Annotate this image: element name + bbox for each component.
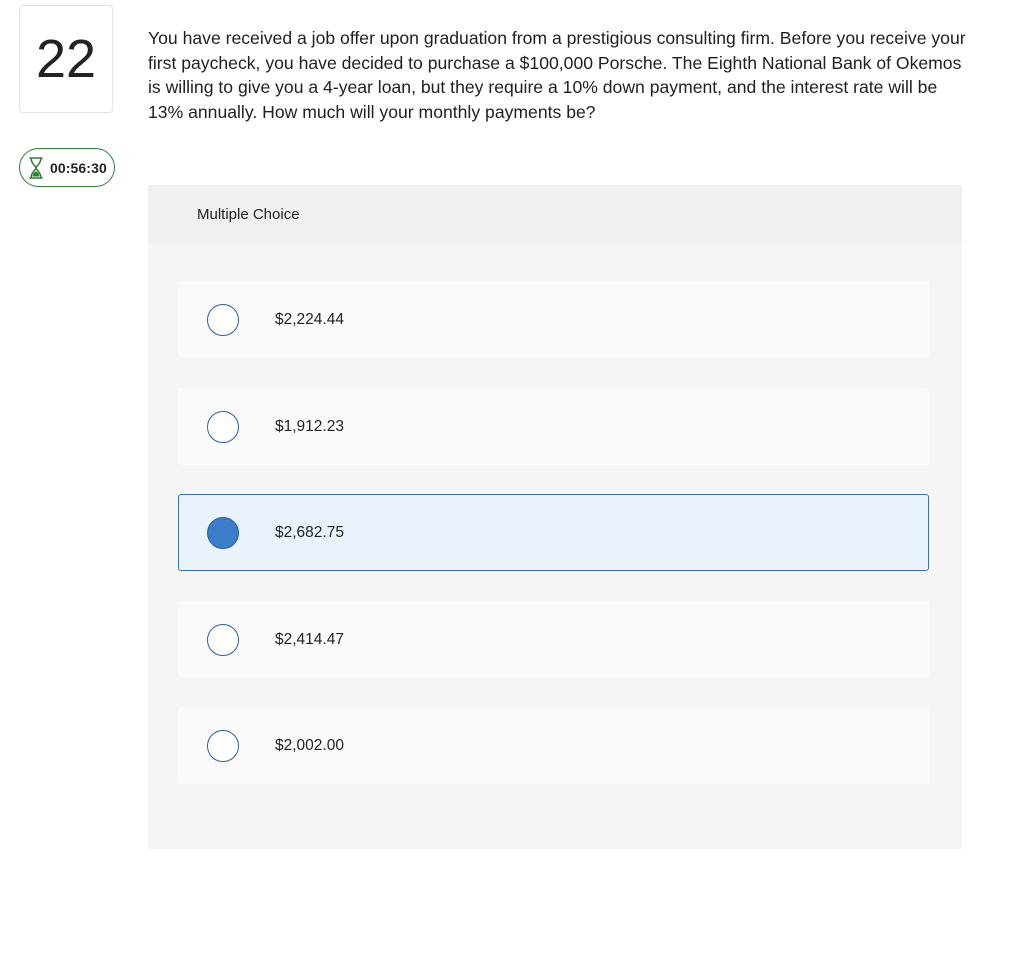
answer-label: $2,224.44 bbox=[275, 310, 344, 328]
question-number: 22 bbox=[19, 5, 113, 113]
answer-option-2[interactable]: $1,912.23 bbox=[178, 388, 929, 465]
multiple-choice-header: Multiple Choice bbox=[148, 185, 962, 244]
radio-button[interactable] bbox=[207, 410, 239, 443]
timer-value: 00:56:30 bbox=[50, 159, 107, 176]
answer-label: $1,912.23 bbox=[275, 417, 344, 435]
hourglass-icon bbox=[28, 156, 44, 179]
multiple-choice-panel: Multiple Choice $2,224.44 $1,912.23 $2,6… bbox=[148, 185, 962, 849]
answer-option-1[interactable]: $2,224.44 bbox=[178, 281, 929, 358]
answer-option-3[interactable]: $2,682.75 bbox=[178, 494, 929, 571]
question-text: You have received a job offer upon gradu… bbox=[148, 28, 966, 122]
answer-option-5[interactable]: $2,002.00 bbox=[178, 707, 929, 784]
radio-button[interactable] bbox=[207, 623, 239, 656]
answer-option-4[interactable]: $2,414.47 bbox=[178, 601, 929, 678]
radio-button-selected[interactable] bbox=[207, 516, 239, 549]
radio-button[interactable] bbox=[207, 303, 239, 336]
timer[interactable]: 00:56:30 bbox=[19, 148, 115, 187]
radio-button[interactable] bbox=[207, 729, 239, 762]
answer-label: $2,414.47 bbox=[275, 630, 344, 648]
answer-label: $2,002.00 bbox=[275, 736, 344, 754]
answer-label: $2,682.75 bbox=[275, 523, 344, 541]
